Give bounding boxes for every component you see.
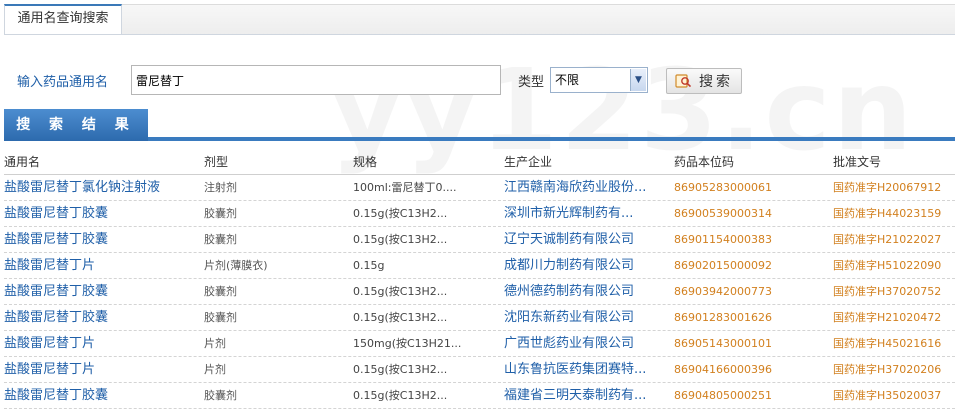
drug-code: 86900539000314	[674, 207, 772, 220]
table-row: 盐酸雷尼替丁片 片剂(薄膜衣) 0.15g 成都川力制药有限公司 86902015000…	[4, 253, 955, 279]
spec: 0.15g(按C13H2...	[353, 207, 448, 220]
type-label: 类型	[518, 75, 545, 90]
spec: 150mg(按C13H21...	[353, 337, 462, 350]
table-row: 盐酸雷尼替丁胶囊 胶囊剂 0.15g(按C13H2... 深圳市新光辉制药有... 86…	[4, 201, 955, 227]
manufacturer-link[interactable]: 江西赣南海欣药业股份...	[504, 175, 666, 201]
spec: 0.15g(按C13H2...	[353, 311, 448, 324]
dosage-form: 片剂	[204, 363, 226, 376]
approval-number: 国药准字H44023159	[833, 207, 942, 220]
manufacturer-link[interactable]: 山东鲁抗医药集团赛特...	[504, 357, 666, 383]
chevron-down-icon[interactable]: ▼	[630, 69, 646, 91]
col-header-drug-code: 药品本位码	[674, 155, 735, 169]
generic-name-link[interactable]: 盐酸雷尼替丁氯化钠注射液	[4, 175, 199, 201]
table-header-row: 通用名 剂型 规格 生产企业 药品本位码 批准文号	[4, 150, 955, 175]
table-row: 盐酸雷尼替丁胶囊 胶囊剂 0.15g(按C13H2... 德州德药制药有限公司 8690…	[4, 279, 955, 305]
spec: 0.15g(按C13H2...	[353, 233, 448, 246]
manufacturer-link[interactable]: 广西世彪药业有限公司	[504, 331, 666, 357]
drug-code: 86904805000251	[674, 389, 772, 402]
spec: 0.15g(按C13H2...	[353, 363, 448, 376]
dosage-form: 注射剂	[204, 181, 237, 194]
manufacturer-link[interactable]: 福建省三明天泰制药有...	[504, 383, 666, 409]
drug-code: 86904166000396	[674, 363, 772, 376]
generic-name-link[interactable]: 盐酸雷尼替丁片	[4, 357, 199, 383]
table-row: 盐酸雷尼替丁胶囊 胶囊剂 0.15g(按C13H2... 福建省三明天泰制药有... 8…	[4, 383, 955, 409]
manufacturer-link[interactable]: 德州德药制药有限公司	[504, 279, 666, 305]
col-header-dosage-form: 剂型	[204, 155, 229, 169]
results-header: 搜 索 结 果	[4, 109, 148, 141]
generic-name-link[interactable]: 盐酸雷尼替丁胶囊	[4, 201, 199, 227]
spec: 0.15g(按C13H2...	[353, 285, 448, 298]
manufacturer-link[interactable]: 沈阳东新药业有限公司	[504, 305, 666, 331]
approval-number: 国药准字H37020206	[833, 363, 942, 376]
drug-code: 86903942000773	[674, 285, 772, 298]
generic-name-link[interactable]: 盐酸雷尼替丁胶囊	[4, 227, 199, 253]
generic-name-link[interactable]: 盐酸雷尼替丁胶囊	[4, 383, 199, 409]
manufacturer-link[interactable]: 深圳市新光辉制药有...	[504, 201, 666, 227]
dosage-form: 片剂	[204, 337, 226, 350]
dosage-form: 胶囊剂	[204, 389, 237, 402]
dosage-form: 胶囊剂	[204, 311, 237, 324]
spec: 0.15g	[353, 259, 385, 272]
dosage-form: 胶囊剂	[204, 207, 237, 220]
tab-generic-name-search[interactable]: 通用名查询搜索	[4, 4, 122, 35]
approval-number: 国药准字H21020472	[833, 311, 942, 324]
tab-strip	[4, 4, 955, 35]
table-row: 盐酸雷尼替丁片 片剂 0.15g(按C13H2... 山东鲁抗医药集团赛特... 869…	[4, 357, 955, 383]
search-icon	[675, 74, 692, 88]
table-row: 盐酸雷尼替丁氯化钠注射液 注射剂 100ml:雷尼替丁0.... 江西赣南海欣药业股份…	[4, 175, 955, 201]
dosage-form: 片剂(薄膜衣)	[204, 259, 268, 272]
drug-code: 86901154000383	[674, 233, 772, 246]
approval-number: 国药准字H45021616	[833, 337, 942, 350]
generic-name-link[interactable]: 盐酸雷尼替丁片	[4, 253, 199, 279]
type-select[interactable]: 不限 ▼	[550, 67, 648, 93]
drug-code: 86902015000092	[674, 259, 772, 272]
approval-number: 国药准字H21022027	[833, 233, 942, 246]
col-header-generic-name: 通用名	[4, 155, 41, 169]
type-select-value: 不限	[555, 73, 580, 87]
search-button-label: 搜索	[699, 74, 733, 90]
drug-name-label: 输入药品通用名	[17, 75, 109, 90]
drug-code: 86905283000061	[674, 181, 772, 194]
approval-number: 国药准字H51022090	[833, 259, 942, 272]
table-row: 盐酸雷尼替丁胶囊 胶囊剂 0.15g(按C13H2... 辽宁天诚制药有限公司 8690…	[4, 227, 955, 253]
col-header-approval-no: 批准文号	[833, 155, 882, 169]
approval-number: 国药准字H37020752	[833, 285, 942, 298]
generic-name-link[interactable]: 盐酸雷尼替丁片	[4, 331, 199, 357]
approval-number: 国药准字H20067912	[833, 181, 942, 194]
approval-number: 国药准字H35020037	[833, 389, 942, 402]
table-row: 盐酸雷尼替丁片 片剂 150mg(按C13H21... 广西世彪药业有限公司 86905…	[4, 331, 955, 357]
drug-name-input[interactable]	[131, 65, 501, 95]
manufacturer-link[interactable]: 辽宁天诚制药有限公司	[504, 227, 666, 253]
generic-name-link[interactable]: 盐酸雷尼替丁胶囊	[4, 279, 199, 305]
col-header-manufacturer: 生产企业	[504, 155, 553, 169]
spec: 100ml:雷尼替丁0....	[353, 181, 457, 194]
table-row: 盐酸雷尼替丁胶囊 胶囊剂 0.15g(按C13H2... 沈阳东新药业有限公司 8690…	[4, 305, 955, 331]
search-button[interactable]: 搜索	[666, 68, 742, 94]
dosage-form: 胶囊剂	[204, 285, 237, 298]
manufacturer-link[interactable]: 成都川力制药有限公司	[504, 253, 666, 279]
spec: 0.15g(按C13H2...	[353, 389, 448, 402]
col-header-spec: 规格	[353, 155, 378, 169]
generic-name-link[interactable]: 盐酸雷尼替丁胶囊	[4, 305, 199, 331]
drug-code: 86905143000101	[674, 337, 772, 350]
drug-code: 86901283001626	[674, 311, 772, 324]
table-body: 盐酸雷尼替丁氯化钠注射液 注射剂 100ml:雷尼替丁0.... 江西赣南海欣药业股份…	[4, 175, 955, 409]
tab-divider	[4, 34, 955, 35]
results-table: 通用名 剂型 规格 生产企业 药品本位码 批准文号 盐酸雷尼替丁氯化钠注射液 注射…	[4, 150, 955, 409]
dosage-form: 胶囊剂	[204, 233, 237, 246]
